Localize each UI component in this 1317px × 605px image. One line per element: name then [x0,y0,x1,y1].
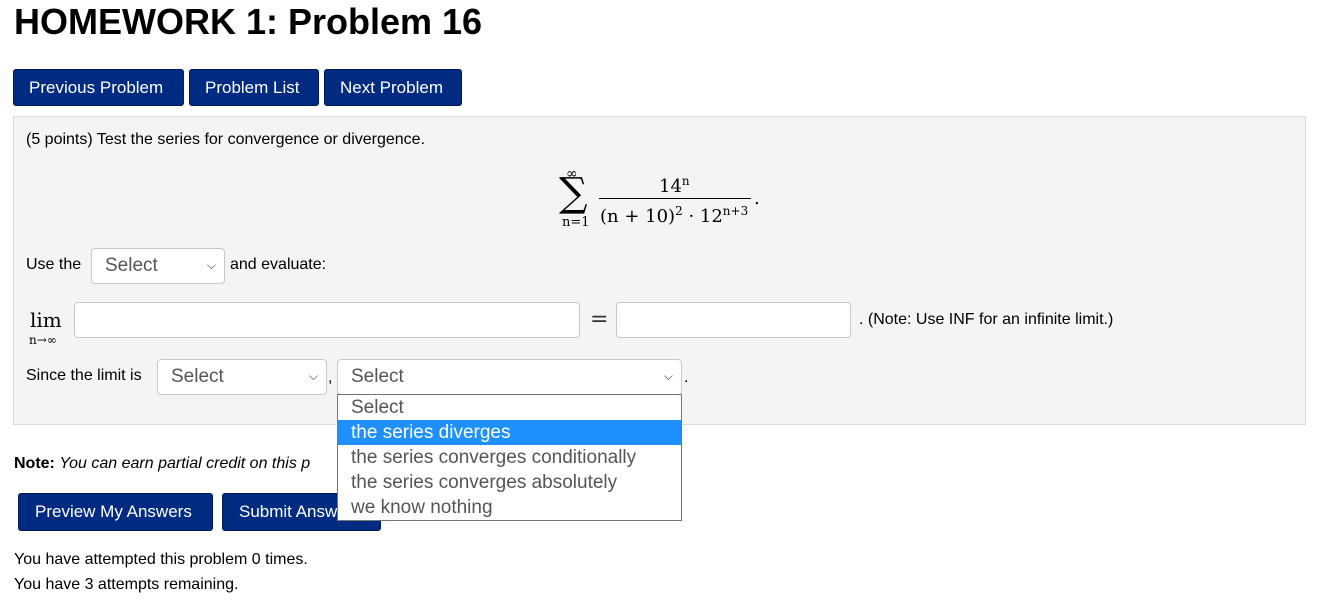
dropdown-option[interactable]: we know nothing [338,495,681,520]
and-evaluate-label: and evaluate: [230,256,327,273]
dropdown-option[interactable]: the series converges conditionally [338,445,681,470]
trailing-period: . [684,369,689,386]
limit-comparison-value: Select [171,366,224,387]
attempts-remaining: You have 3 attempts remaining. [14,576,239,593]
test-select-value: Select [105,255,158,276]
sum-lower-limit: n=1 [562,215,590,230]
dropdown-option-highlighted[interactable]: the series diverges [338,420,681,445]
lim-symbol: lim [30,308,62,332]
attempts-count: You have attempted this problem 0 times. [14,551,308,568]
problem-list-button[interactable]: Problem List [189,69,319,106]
partial-credit-note: Note: You can earn partial credit on thi… [14,455,310,473]
dropdown-option[interactable]: the series converges absolutely [338,470,681,495]
conclusion-select[interactable]: Select ⌵ [337,359,682,395]
fraction-bar [599,198,751,199]
note-text: You can earn partial credit on this p [59,455,311,472]
chevron-down-icon: ⌵ [663,369,673,383]
limit-value-input[interactable] [616,302,851,338]
inf-note: . (Note: Use INF for an infinite limit.) [859,311,1114,328]
previous-problem-button[interactable]: Previous Problem [13,69,184,106]
limit-expression-input[interactable] [74,302,580,338]
test-select[interactable]: Select ⌵ [91,248,225,284]
sigma-symbol: ∑ [559,170,588,216]
lim-subscript: n→∞ [29,333,57,347]
conclusion-dropdown-list[interactable]: Select the series diverges the series co… [337,394,682,521]
chevron-down-icon: ⌵ [206,258,216,272]
use-the-label: Use the [26,256,82,273]
chevron-down-icon: ⌵ [308,369,318,383]
preview-answers-button[interactable]: Preview My Answers [18,493,213,531]
formula-period: . [754,188,760,209]
since-limit-label: Since the limit is [26,367,142,384]
equals-sign: = [590,307,609,332]
conclusion-select-value: Select [351,366,404,387]
problem-prompt: (5 points) Test the series for convergen… [26,131,426,148]
comma-separator: , [328,369,333,386]
numerator: 14n [659,174,690,197]
denominator: (n + 10)2 · 12n+3 [600,204,749,227]
dropdown-option[interactable]: Select [338,395,681,420]
next-problem-button[interactable]: Next Problem [324,69,462,106]
limit-comparison-select[interactable]: Select ⌵ [157,359,327,395]
page-title: HOMEWORK 1: Problem 16 [14,1,483,42]
note-label: Note: [14,455,55,472]
